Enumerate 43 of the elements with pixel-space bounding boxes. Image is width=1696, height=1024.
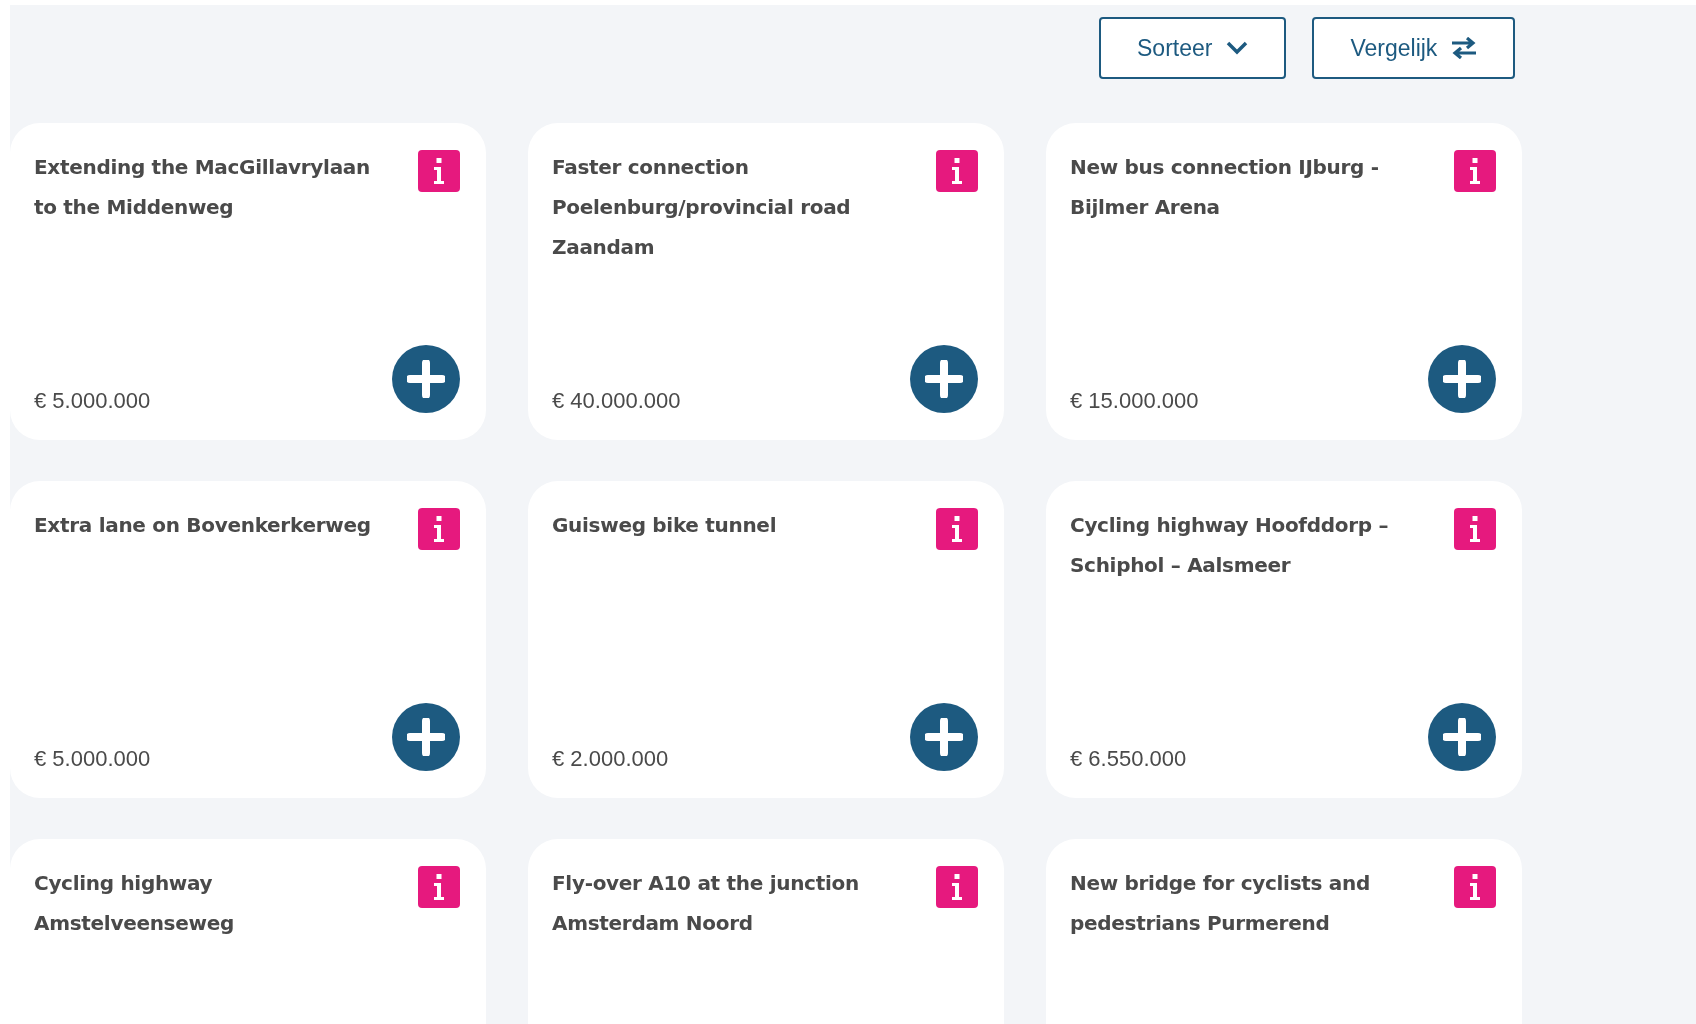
info-button[interactable] [1454,508,1496,550]
plus-icon [407,360,445,398]
info-icon [1470,874,1480,900]
compare-button[interactable]: Vergelijk [1312,17,1516,79]
info-button[interactable] [418,508,460,550]
chevron-down-icon [1226,41,1249,55]
project-title: Cycling highway Amstelveenseweg [34,870,235,937]
info-button[interactable] [418,150,460,192]
plus-icon [925,718,963,756]
plus-icon [925,360,963,398]
sort-button[interactable]: Sorteer [1099,17,1287,79]
project-title: New bus connection IJburg - Bijlmer Arena [1070,154,1380,221]
plus-icon [1443,360,1481,398]
info-button[interactable] [936,150,978,192]
project-price: € 5.000.000 [34,746,151,772]
info-button[interactable] [936,508,978,550]
info-icon [952,516,962,542]
info-button[interactable] [936,866,978,908]
project-price: € 2.000.000 [552,746,669,772]
info-icon [1470,158,1480,184]
project-title: Faster connection Poelenburg/provincial road Zaandam [552,154,852,261]
info-icon [434,158,444,184]
info-button[interactable] [418,866,460,908]
project-price: € 5.000.000 [34,388,151,414]
plus-icon [407,718,445,756]
project-title: Guisweg bike tunnel [552,512,777,539]
project-price: € 6.550.000 [1070,746,1187,772]
project-title: Extra lane on Bovenkerkerweg [34,512,371,539]
info-button[interactable] [1454,150,1496,192]
info-icon [434,874,444,900]
info-icon [1470,516,1480,542]
plus-icon [1443,718,1481,756]
project-title: Fly-over A10 at the junction Amsterdam Noord [552,870,860,937]
info-icon [434,516,444,542]
swap-arrows-icon [1451,37,1478,59]
project-price: € 15.000.000 [1070,388,1199,414]
info-icon [952,158,962,184]
project-title: Cycling highway Hoofddorp – Schiphol – Aalsmeer [1070,512,1390,579]
info-icon [952,874,962,900]
project-title: Extending the MacGillavrylaan to the Middenweg [34,154,371,221]
project-title: New bridge for cyclists and pedestrians Purmerend [1070,870,1371,937]
info-button[interactable] [1454,866,1496,908]
project-price: € 40.000.000 [552,388,681,414]
